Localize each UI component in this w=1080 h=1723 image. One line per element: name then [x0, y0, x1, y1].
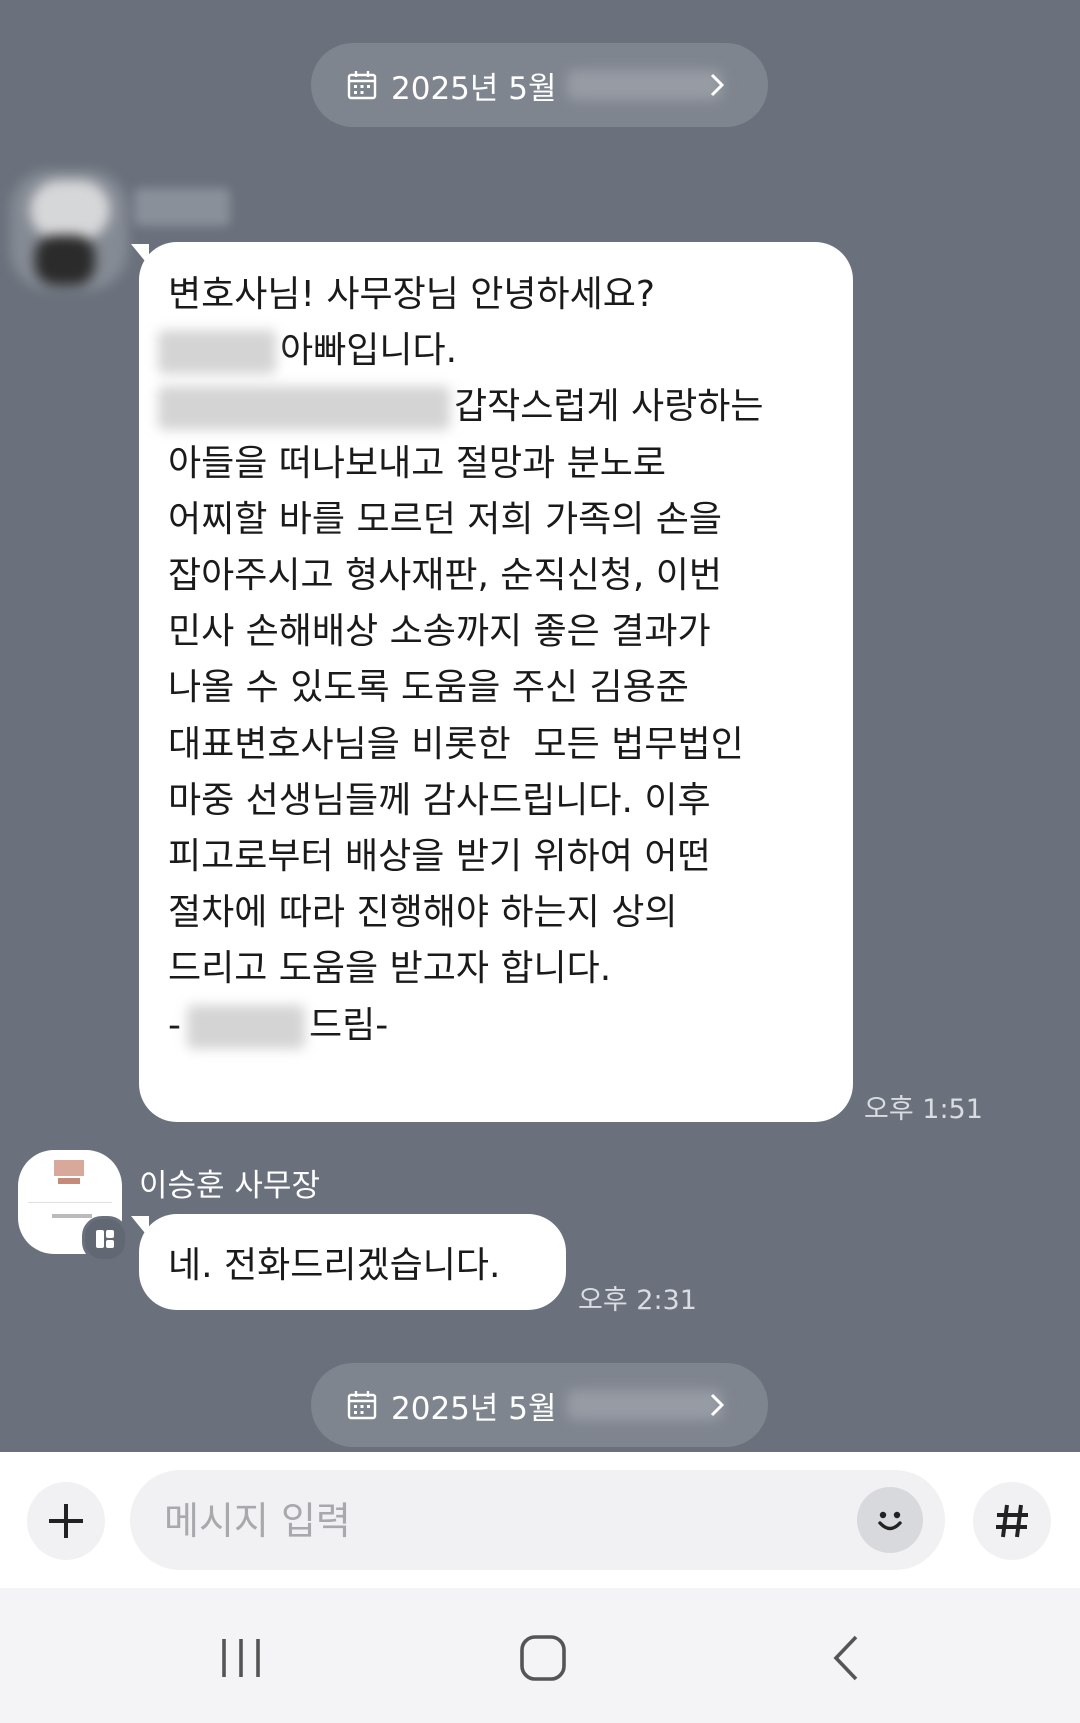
date-label: 2025년 5월: [391, 70, 557, 107]
attach-button[interactable]: [27, 1482, 105, 1560]
hashtag-button[interactable]: [973, 1482, 1051, 1560]
message-text: 변호사님! 사무장님 안녕하세요? 아빠입니다. 갑작스럽게 사랑하는 아들을 …: [158, 267, 848, 1054]
business-badge-icon: [82, 1216, 128, 1262]
redacted-date: [566, 70, 722, 100]
chevron-right-icon: [710, 73, 725, 97]
redacted-date: [158, 386, 450, 431]
system-navigation-bar: [0, 1588, 1080, 1723]
emoji-button[interactable]: [857, 1487, 923, 1553]
message-input-container[interactable]: [130, 1470, 945, 1570]
home-button[interactable]: [503, 1618, 583, 1698]
redacted-sender-name: [134, 188, 230, 226]
recent-apps-button[interactable]: [201, 1618, 281, 1698]
calendar-icon: [347, 1391, 377, 1420]
plus-icon: [49, 1504, 83, 1538]
redacted-date: [566, 1390, 722, 1420]
message-bubble[interactable]: 네. 전화드리겠습니다.: [139, 1214, 566, 1310]
back-button[interactable]: [807, 1618, 887, 1698]
redacted-name: [158, 330, 276, 375]
recent-apps-icon: [222, 1639, 260, 1677]
message-text: 네. 전화드리겠습니다.: [168, 1245, 501, 1286]
calendar-icon: [347, 71, 377, 100]
date-label: 2025년 5월: [391, 1390, 557, 1427]
message-bubble[interactable]: 변호사님! 사무장님 안녕하세요? 아빠입니다. 갑작스럽게 사랑하는 아들을 …: [139, 242, 853, 1122]
back-icon: [833, 1635, 858, 1681]
home-icon: [520, 1635, 566, 1681]
redacted-name: [187, 1004, 305, 1049]
message-time: 오후 2:31: [578, 1285, 697, 1316]
smiley-icon: [878, 1511, 902, 1531]
chat-area[interactable]: 2025년 5월 변호사님! 사무장님 안녕하세요? 아빠입니다. 갑작스럽게 …: [0, 0, 1080, 1452]
chevron-right-icon: [710, 1393, 725, 1417]
message-input[interactable]: [162, 1492, 846, 1550]
sender-name: 이승훈 사무장: [139, 1168, 320, 1204]
message-input-bar: [0, 1452, 1080, 1588]
message-time: 오후 1:51: [864, 1094, 983, 1125]
avatar[interactable]: [10, 170, 128, 290]
date-divider[interactable]: 2025년 5월: [311, 43, 768, 127]
hashtag-icon: [996, 1504, 1028, 1538]
date-divider[interactable]: 2025년 5월: [311, 1363, 768, 1447]
